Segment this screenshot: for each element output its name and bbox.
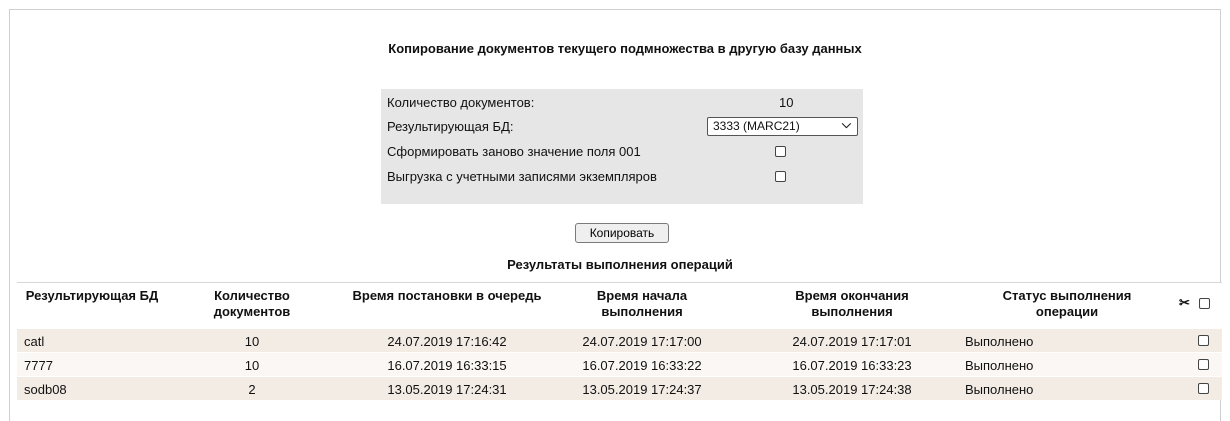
table-row: catl 10 24.07.2019 17:16:42 24.07.2019 1… (17, 328, 1222, 352)
column-header-finished: Время окончания выполнения (795, 288, 909, 319)
row-checkbox[interactable] (1198, 359, 1209, 370)
column-header-status: Статус выполнения операции (1002, 288, 1132, 319)
cell-status: Выполнено (965, 382, 1034, 397)
regen-field-row: Сформировать заново значение поля 001 (381, 140, 863, 162)
cell-started: 24.07.2019 17:17:00 (582, 334, 702, 349)
cell-count: 10 (244, 334, 260, 349)
table-row: 7777 10 16.07.2019 16:33:15 16.07.2019 1… (17, 352, 1222, 376)
cell-finished: 24.07.2019 17:17:01 (792, 334, 912, 349)
target-db-selected-value: 3333 (MARC21) (713, 119, 800, 133)
target-db-row: Результирующая БД: 3333 (MARC21) ⌵ (381, 115, 863, 137)
with-items-row: Выгрузка с учетными записями экземпляров (381, 165, 863, 187)
cell-db: sodb08 (24, 382, 67, 397)
cell-db: 7777 (24, 358, 53, 373)
cell-queued: 13.05.2019 17:24:31 (387, 382, 507, 397)
cell-queued: 24.07.2019 17:16:42 (387, 334, 507, 349)
regen-field-label: Сформировать заново значение поля 001 (387, 144, 641, 159)
table-row: sodb08 2 13.05.2019 17:24:31 13.05.2019 … (17, 376, 1222, 400)
cell-finished: 16.07.2019 16:33:23 (792, 358, 912, 373)
page-title: Копирование документов текущего подмноже… (388, 41, 862, 56)
cell-count: 10 (244, 358, 260, 373)
doc-count-row: Количество документов: 10 (381, 91, 863, 113)
with-items-checkbox[interactable] (775, 171, 786, 182)
doc-count-label: Количество документов: (387, 95, 535, 110)
target-db-select[interactable]: 3333 (MARC21) ⌵ (707, 117, 858, 136)
copy-button[interactable]: Копировать (575, 223, 669, 243)
regen-field-checkbox[interactable] (775, 146, 786, 157)
cell-started: 13.05.2019 17:24:37 (582, 382, 702, 397)
table-header: Результирующая БД Количество документов … (17, 282, 1222, 328)
row-checkbox[interactable] (1198, 383, 1209, 394)
cell-count: 2 (248, 382, 256, 397)
cell-finished: 13.05.2019 17:24:38 (792, 382, 912, 397)
column-header-queued: Время постановки в очередь (352, 288, 542, 303)
results-table: Результирующая БД Количество документов … (17, 282, 1222, 400)
copy-options-panel: Количество документов: 10 Результирующая… (381, 89, 863, 204)
column-header-db: Результирующая БД (25, 288, 159, 303)
cell-status: Выполнено (965, 358, 1034, 373)
scissors-icon[interactable]: ✂ (1179, 295, 1190, 311)
results-title: Результаты выполнения операций (507, 257, 733, 272)
cell-started: 16.07.2019 16:33:22 (582, 358, 702, 373)
doc-count-value: 10 (779, 95, 794, 110)
row-checkbox[interactable] (1198, 335, 1209, 346)
chevron-down-icon: ⌵ (841, 117, 851, 131)
cell-status: Выполнено (965, 334, 1034, 349)
with-items-label: Выгрузка с учетными записями экземпляров (387, 169, 657, 184)
cell-queued: 16.07.2019 16:33:15 (387, 358, 507, 373)
select-all-checkbox[interactable] (1199, 298, 1210, 309)
column-header-started: Время начала выполнения (596, 288, 688, 319)
target-db-label: Результирующая БД: (387, 119, 514, 134)
cell-db: catl (24, 334, 45, 349)
column-header-count: Количество документов (213, 288, 291, 319)
